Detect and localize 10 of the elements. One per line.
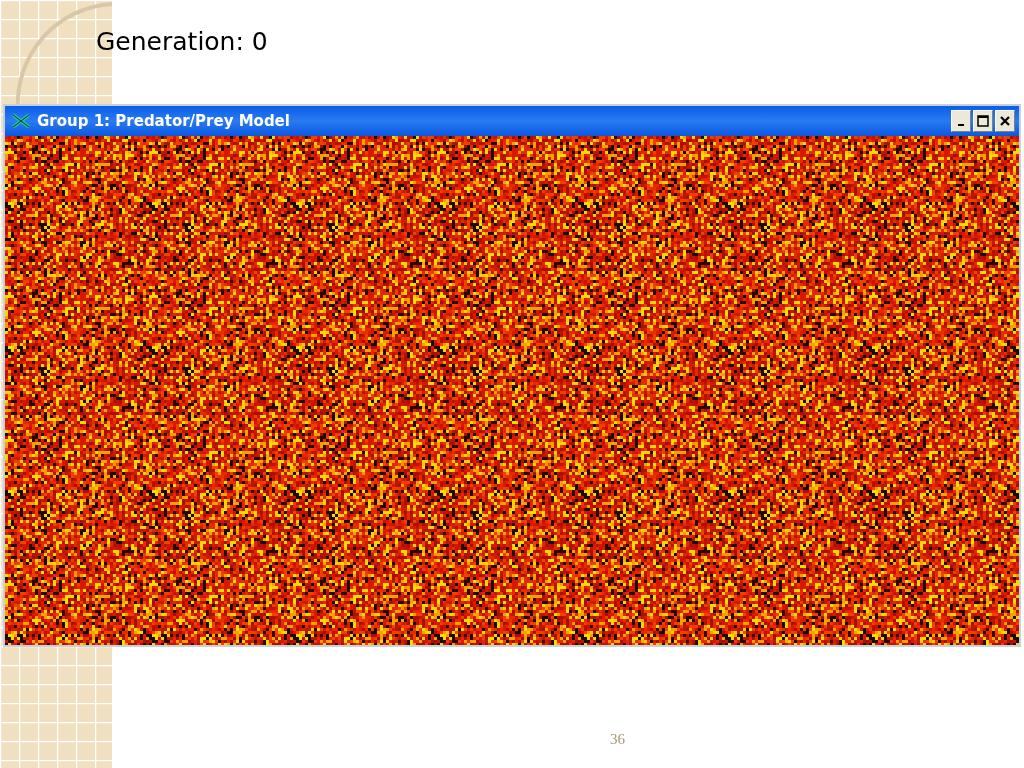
minimize-icon [958,124,964,126]
window-title: Group 1: Predator/Prey Model [37,112,290,130]
close-icon [1000,116,1010,126]
close-button[interactable] [995,110,1015,132]
page-number: 36 [610,731,625,748]
minimize-button[interactable] [951,110,971,132]
maximize-icon [977,115,989,127]
slide-heading: Generation: 0 [96,26,268,58]
maximize-button[interactable] [973,110,993,132]
app-x-icon [11,113,31,129]
